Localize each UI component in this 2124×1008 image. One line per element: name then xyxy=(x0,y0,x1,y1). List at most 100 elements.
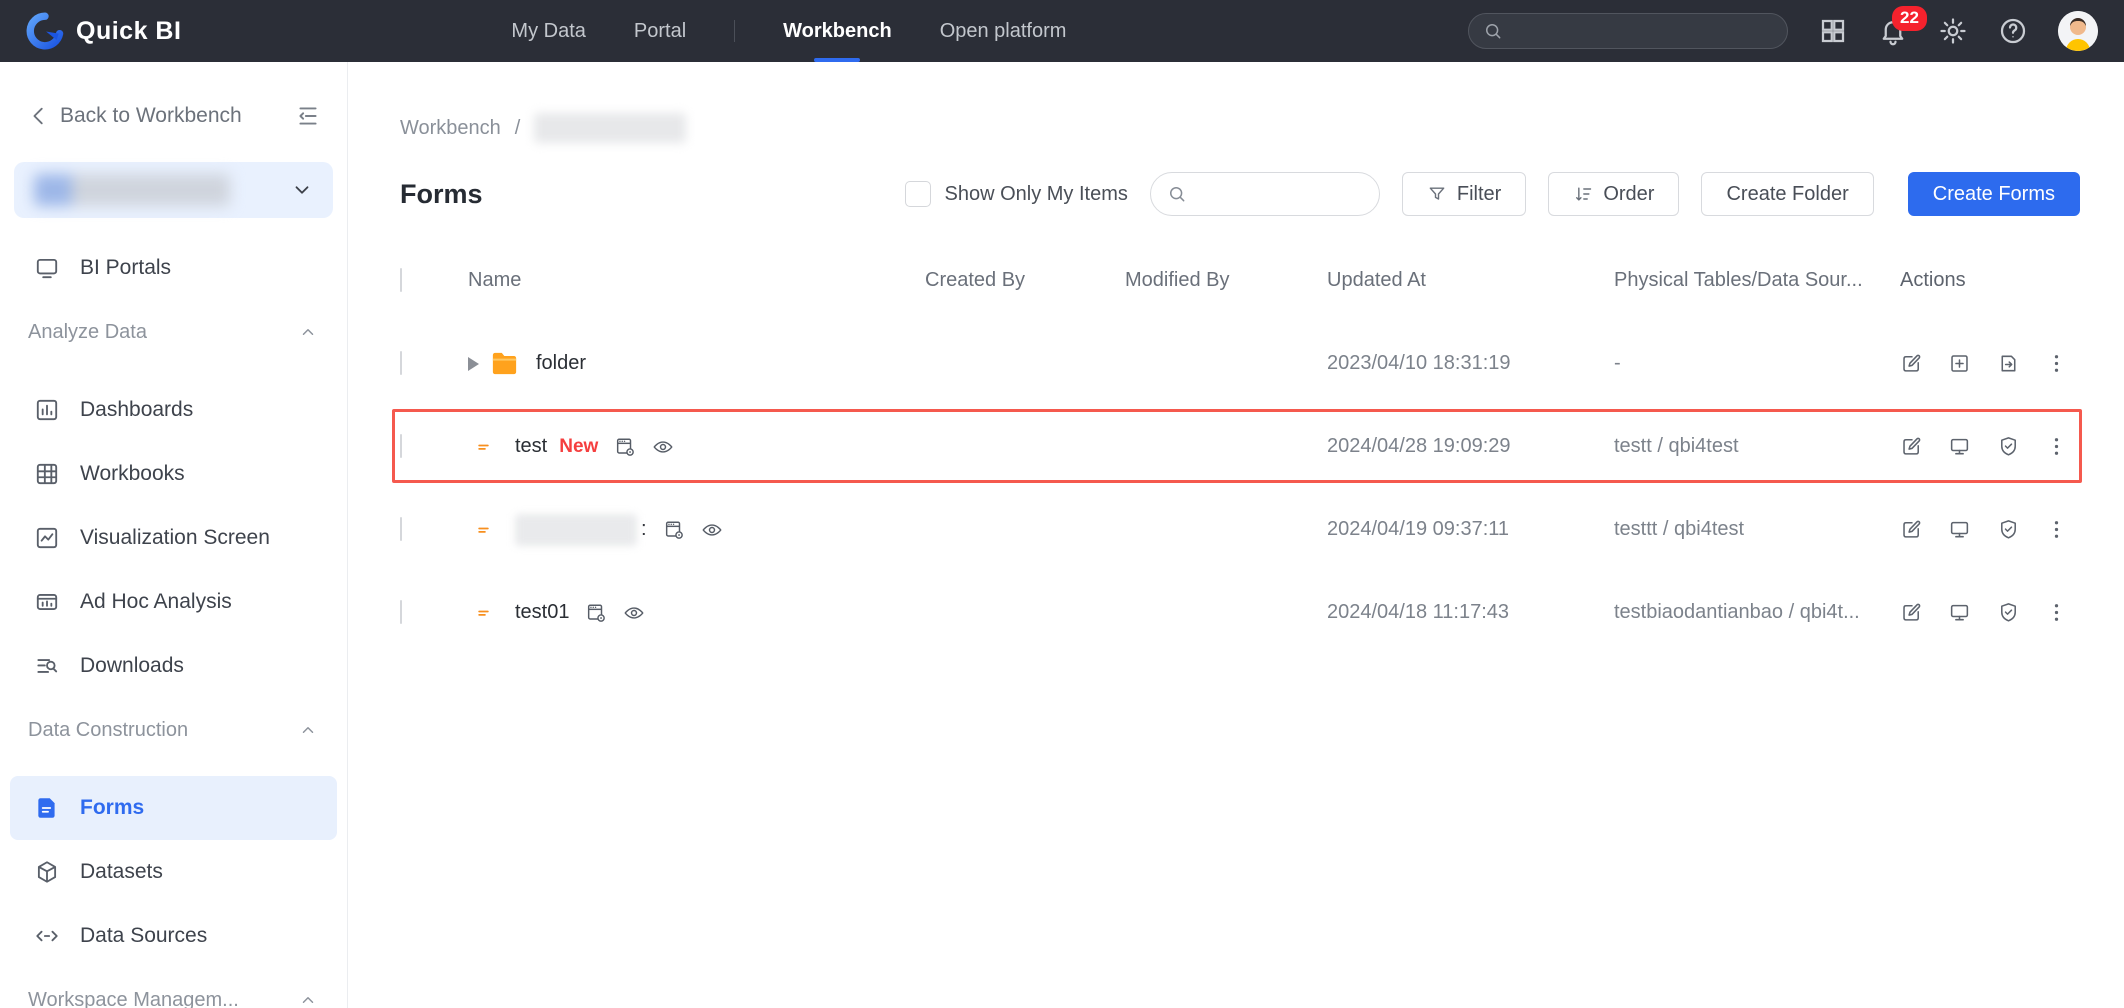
back-label: Back to Workbench xyxy=(60,104,242,127)
table-row-test01[interactable]: test01 2024/04/18 11:17:43 testbiaodanti… xyxy=(400,571,2080,654)
chevron-left-icon xyxy=(28,105,50,127)
sidebar-item-dashboards[interactable]: Dashboards xyxy=(0,378,347,442)
display-icon[interactable] xyxy=(1948,518,1971,541)
sidebar-item-label: Workbooks xyxy=(80,462,185,485)
row-name[interactable]: test xyxy=(515,435,547,458)
table-row-test[interactable]: test New 2024/04/28 19:09:29 testt / qbi… xyxy=(392,405,2082,488)
blurred-workspace-name xyxy=(34,174,230,206)
display-icon[interactable] xyxy=(1948,435,1971,458)
table-row-folder[interactable]: folder 2023/04/10 18:31:19 - xyxy=(400,322,2080,405)
folder-icon xyxy=(489,348,520,379)
sidebar-item-data-sources[interactable]: Data Sources xyxy=(0,904,347,968)
row-checkbox[interactable] xyxy=(400,434,402,458)
row-checkbox[interactable] xyxy=(400,600,402,624)
display-icon[interactable] xyxy=(1948,601,1971,624)
back-to-workbench[interactable]: Back to Workbench xyxy=(28,96,321,136)
nav-portal[interactable]: Portal xyxy=(634,0,686,62)
more-actions-icon[interactable] xyxy=(2045,352,2068,375)
form-settings-icon[interactable] xyxy=(585,602,607,624)
collapse-sidebar-icon[interactable] xyxy=(295,103,321,129)
chevron-up-icon xyxy=(299,991,317,1008)
nav-open-platform[interactable]: Open platform xyxy=(940,0,1067,62)
more-actions-icon[interactable] xyxy=(2045,518,2068,541)
more-actions-icon[interactable] xyxy=(2045,601,2068,624)
breadcrumb-separator: / xyxy=(514,116,521,139)
sidebar-item-visualization-screen[interactable]: Visualization Screen xyxy=(0,506,347,570)
sidebar-item-workbooks[interactable]: Workbooks xyxy=(0,442,347,506)
select-all-checkbox[interactable] xyxy=(400,267,402,292)
filter-button[interactable]: Filter xyxy=(1401,172,1527,216)
table-row-blurred[interactable]: : 2024/04/19 09:37:11 testtt / qbi4test xyxy=(400,488,2080,571)
row-checkbox[interactable] xyxy=(400,351,402,375)
toolbar: Show Only My Items Filter Order Create F… xyxy=(904,172,2080,216)
physical-tables: - xyxy=(1614,352,1621,374)
row-checkbox[interactable] xyxy=(400,517,402,541)
column-name: Name xyxy=(468,268,522,291)
create-folder-button[interactable]: Create Folder xyxy=(1701,172,1874,216)
sidebar-item-forms[interactable]: Forms xyxy=(10,776,337,840)
sidebar-item-datasets[interactable]: Datasets xyxy=(0,840,347,904)
topbar-right-cluster: 22 xyxy=(1468,6,2098,51)
brackets-icon xyxy=(34,923,60,949)
brand[interactable]: Quick BI xyxy=(26,12,181,50)
shield-check-icon[interactable] xyxy=(1997,518,2020,541)
help-icon[interactable] xyxy=(1998,16,2028,46)
section-label: Workspace Managem... xyxy=(28,988,239,1008)
edit-icon[interactable] xyxy=(1900,435,1923,458)
user-avatar[interactable] xyxy=(2058,11,2098,51)
breadcrumb: Workbench / xyxy=(400,113,2080,143)
settings-gear-icon[interactable] xyxy=(1938,16,1968,46)
apps-grid-icon[interactable] xyxy=(1818,16,1848,46)
shield-check-icon[interactable] xyxy=(1997,435,2020,458)
form-settings-icon[interactable] xyxy=(663,519,685,541)
more-actions-icon[interactable] xyxy=(2045,435,2068,458)
column-physical-tables: Physical Tables/Data Sour... xyxy=(1614,268,1863,291)
sidebar-section-workspace-management[interactable]: Workspace Managem... xyxy=(0,968,347,1008)
line-chart-icon xyxy=(34,525,60,551)
edit-icon[interactable] xyxy=(1900,601,1923,624)
chevron-up-icon xyxy=(299,721,317,739)
physical-tables: testt / qbi4test xyxy=(1614,435,1739,457)
blurred-row-name xyxy=(515,513,637,546)
global-search-input[interactable] xyxy=(1513,20,1753,42)
expand-arrow-icon[interactable] xyxy=(468,356,479,371)
sidebar-item-label: Ad Hoc Analysis xyxy=(80,590,232,613)
forms-search-box[interactable] xyxy=(1149,172,1380,216)
quickbi-logo-icon xyxy=(26,12,64,50)
nav-workbench[interactable]: Workbench xyxy=(783,0,892,62)
nav-divider xyxy=(734,20,736,42)
add-to-icon[interactable] xyxy=(1948,352,1971,375)
row-name[interactable]: test01 xyxy=(515,601,569,624)
row-actions xyxy=(1886,435,2080,458)
sidebar-item-bi-portals[interactable]: BI Portals xyxy=(0,236,347,300)
global-search-box[interactable] xyxy=(1468,13,1788,49)
form-settings-icon[interactable] xyxy=(614,436,636,458)
sidebar-section-data-construction[interactable]: Data Construction xyxy=(0,698,347,762)
notifications-bell-icon[interactable]: 22 xyxy=(1878,6,1927,46)
nav-my-data[interactable]: My Data xyxy=(511,0,585,62)
workspace-selector[interactable] xyxy=(14,162,333,218)
sort-icon xyxy=(1573,184,1593,204)
sidebar-item-label: Forms xyxy=(80,796,145,819)
move-doc-icon[interactable] xyxy=(1997,352,2020,375)
notification-badge: 22 xyxy=(1892,6,1927,31)
edit-icon[interactable] xyxy=(1900,352,1923,375)
edit-icon[interactable] xyxy=(1900,518,1923,541)
order-button[interactable]: Order xyxy=(1548,172,1680,216)
breadcrumb-workbench[interactable]: Workbench xyxy=(400,117,501,140)
sidebar-item-downloads[interactable]: Downloads xyxy=(0,634,347,698)
updated-at: 2023/04/10 18:31:19 xyxy=(1327,352,1511,374)
create-forms-button[interactable]: Create Forms xyxy=(1907,172,2080,216)
shield-check-icon[interactable] xyxy=(1997,601,2020,624)
preview-eye-icon[interactable] xyxy=(701,519,723,541)
row-name[interactable]: folder xyxy=(536,352,586,375)
physical-tables: testbiaodantianbao / qbi4t... xyxy=(1614,601,1860,623)
row-actions xyxy=(1886,352,2080,375)
forms-search-input[interactable] xyxy=(1194,183,1345,205)
show-only-my-items-label: Show Only My Items xyxy=(944,182,1128,205)
sidebar-item-ad-hoc-analysis[interactable]: Ad Hoc Analysis xyxy=(0,570,347,634)
show-only-my-items-checkbox[interactable] xyxy=(904,181,931,207)
preview-eye-icon[interactable] xyxy=(652,436,674,458)
sidebar-section-analyze-data[interactable]: Analyze Data xyxy=(0,300,347,364)
preview-eye-icon[interactable] xyxy=(623,602,645,624)
